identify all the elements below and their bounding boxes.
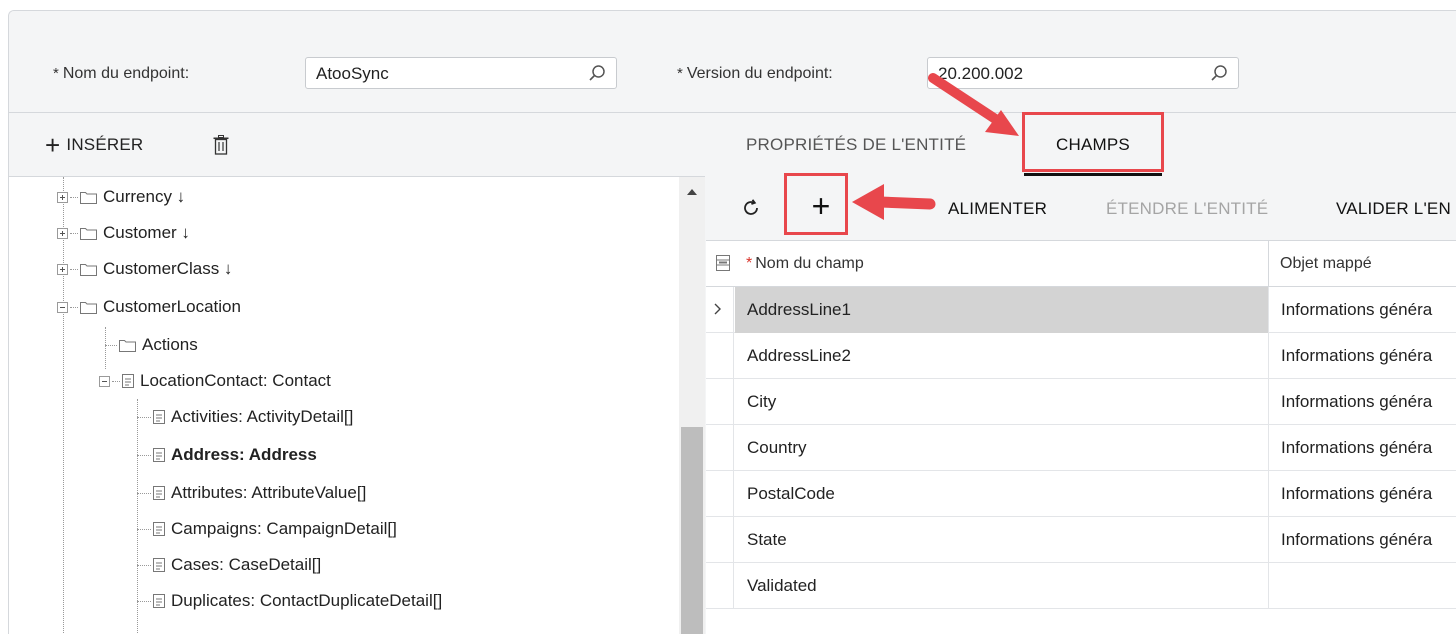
tree-node-selected[interactable]: Address: Address (137, 437, 317, 473)
tree-node[interactable]: Campaigns: CampaignDetail[] (137, 511, 397, 547)
extend-entity-button: ÉTENDRE L'ENTITÉ (1106, 199, 1269, 218)
entity-tree-pane: + INSÉRER Currency ↓ Customer ↓ Customer… (9, 113, 705, 634)
row-selector[interactable] (706, 425, 734, 471)
tree-node[interactable]: LocationContact: Contact (99, 363, 331, 399)
scroll-thumb[interactable] (681, 427, 703, 634)
table-row[interactable]: Validated (706, 563, 1456, 609)
row-selector[interactable] (706, 471, 734, 517)
expand-icon[interactable] (57, 227, 68, 239)
tree-node[interactable]: Activities: ActivityDetail[] (137, 399, 353, 435)
cell-field-name[interactable]: City (735, 379, 1268, 425)
endpoint-name-input[interactable]: AtooSync (305, 57, 617, 89)
endpoint-screen: * Nom du endpoint: AtooSync * Version du e… (8, 10, 1456, 634)
table-row[interactable]: Country Informations généra (706, 425, 1456, 471)
callout-arrow-icon (928, 73, 1019, 136)
expand-icon[interactable] (57, 263, 68, 275)
scroll-up-icon[interactable] (687, 189, 697, 195)
tree-node[interactable]: Cases: CaseDetail[] (137, 547, 321, 583)
cell-mapped-object[interactable] (1268, 563, 1456, 609)
tree-node[interactable]: Duplicates: ContactDuplicateDetail[] (137, 583, 442, 619)
document-icon (153, 594, 165, 608)
cell-field-name[interactable]: State (735, 517, 1268, 563)
populate-button[interactable]: ALIMENTER (948, 199, 1047, 219)
folder-icon (80, 227, 97, 240)
validate-entity-button[interactable]: VALIDER L'EN (1336, 199, 1451, 219)
cell-field-name[interactable]: Country (735, 425, 1268, 471)
tree-toolbar: + INSÉRER (9, 113, 705, 177)
tree-node[interactable]: CustomerLocation (57, 289, 241, 325)
cell-mapped-object[interactable]: Informations généra (1268, 333, 1456, 379)
fields-grid: * Nom du champ Objet mappé AddressLine1 I… (706, 241, 1456, 634)
refresh-icon[interactable] (740, 197, 762, 219)
table-row[interactable]: PostalCode Informations généra (706, 471, 1456, 517)
grid-header: * Nom du champ Objet mappé (706, 241, 1456, 287)
document-icon (153, 522, 165, 536)
cell-mapped-object[interactable]: Informations généra (1268, 287, 1456, 333)
cell-field-name[interactable]: AddressLine2 (735, 333, 1268, 379)
cell-field-name[interactable]: PostalCode (735, 471, 1268, 517)
tree-node[interactable]: Actions (105, 327, 198, 363)
collapse-icon[interactable] (99, 375, 110, 387)
chevron-right-icon (714, 303, 721, 315)
document-icon (153, 410, 165, 424)
column-header-mapped-object[interactable]: Objet mappé (1280, 255, 1372, 273)
endpoint-form: * Nom du endpoint: AtooSync * Version du e… (9, 11, 1456, 113)
collapse-icon[interactable] (57, 301, 68, 313)
document-icon (153, 486, 165, 500)
search-icon[interactable] (1210, 64, 1228, 82)
table-row[interactable]: State Informations généra (706, 517, 1456, 563)
table-row[interactable]: AddressLine1 Informations généra (706, 287, 1456, 333)
entity-tree: Currency ↓ Customer ↓ CustomerClass ↓ Cu… (9, 177, 679, 634)
row-selector[interactable] (706, 287, 734, 333)
plus-icon: + (45, 130, 61, 160)
tree-scrollbar[interactable] (679, 177, 705, 634)
add-button-callout (784, 173, 848, 235)
document-icon (153, 448, 165, 462)
active-tab-indicator (1024, 173, 1162, 176)
cell-field-name[interactable]: AddressLine1 (735, 287, 1268, 333)
search-icon[interactable] (588, 64, 606, 82)
folder-icon (80, 263, 97, 276)
table-row[interactable]: AddressLine2 Informations généra (706, 333, 1456, 379)
table-row[interactable]: City Informations généra (706, 379, 1456, 425)
cell-mapped-object[interactable]: Informations généra (1268, 517, 1456, 563)
document-icon (122, 374, 134, 388)
document-icon (153, 558, 165, 572)
callout-arrow-icon (852, 184, 936, 220)
row-selector[interactable] (706, 379, 734, 425)
expand-icon[interactable] (57, 191, 68, 203)
column-header-field-name[interactable]: * Nom du champ (746, 255, 864, 273)
tree-node[interactable]: Customer ↓ (57, 215, 190, 251)
folder-icon (119, 339, 136, 352)
tree-node[interactable]: CustomerClass ↓ (57, 251, 232, 287)
tree-node[interactable]: Attributes: AttributeValue[] (137, 475, 366, 511)
cell-mapped-object[interactable]: Informations généra (1268, 425, 1456, 471)
endpoint-name-label: * Nom du endpoint: (53, 65, 190, 82)
row-selector[interactable] (706, 333, 734, 379)
endpoint-version-label: * Version du endpoint: (677, 65, 833, 82)
folder-icon (80, 191, 97, 204)
folder-icon (80, 301, 97, 314)
cell-mapped-object[interactable]: Informations généra (1268, 379, 1456, 425)
row-selector[interactable] (706, 517, 734, 563)
tree-node[interactable]: Currency ↓ (57, 179, 185, 215)
row-selector[interactable] (706, 563, 734, 609)
insert-button[interactable]: + INSÉRER (45, 130, 143, 160)
cell-mapped-object[interactable]: Informations généra (1268, 471, 1456, 517)
column-config-icon[interactable] (716, 255, 730, 271)
cell-field-name[interactable]: Validated (735, 563, 1268, 609)
champs-tab-callout (1022, 112, 1164, 172)
trash-icon[interactable] (213, 135, 229, 155)
